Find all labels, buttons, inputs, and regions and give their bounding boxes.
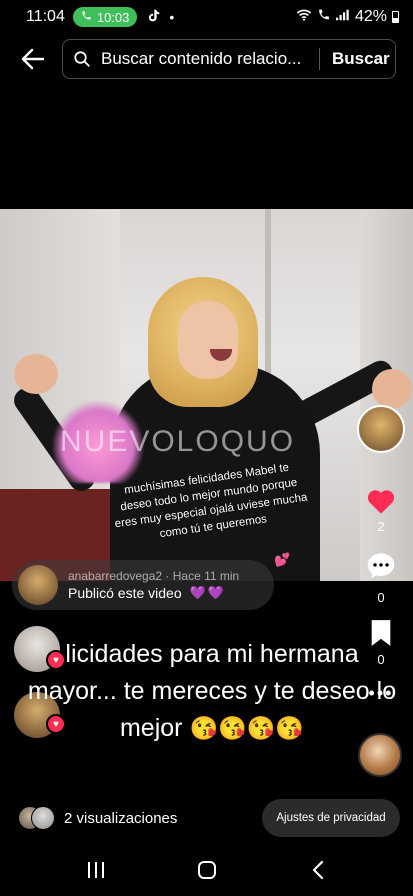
repost-label: Publicó este video	[68, 585, 182, 601]
chevron-left-icon	[312, 860, 323, 880]
status-time: 11:04	[26, 8, 65, 25]
purple-heart-emojis: 💜💜	[189, 585, 227, 600]
comment-icon	[367, 553, 395, 578]
search-button[interactable]: Buscar	[332, 49, 390, 69]
comment-button[interactable]	[363, 549, 399, 583]
search-bar[interactable]: Buscar contenido relacio... Buscar	[62, 39, 396, 79]
status-bar: 11:04 10:03 • 42%	[0, 0, 413, 34]
dot-icon: •	[169, 9, 175, 25]
battery-icon	[392, 11, 399, 23]
battery-level: 42%	[354, 8, 387, 25]
kiss-emojis: 😘😘😘😘	[189, 715, 305, 741]
video-watermark: NUEVOLOQUO	[60, 425, 296, 458]
repost-banner[interactable]: anabarredovega2 · Hace 11 min Publicó es…	[12, 560, 274, 610]
viewer-avatar	[31, 806, 55, 830]
like-count: 2	[377, 519, 385, 534]
repost-line: Publicó este video 💜💜	[68, 585, 239, 601]
like-button[interactable]	[364, 484, 398, 516]
comment-text: licidades para mi hermana mayor... te me…	[22, 636, 402, 747]
comment-count: 0	[377, 590, 385, 605]
home-icon	[197, 861, 216, 879]
recent-apps-button[interactable]	[76, 855, 116, 885]
viewer-avatars	[18, 806, 56, 830]
wifi-call-icon	[317, 8, 331, 26]
video-person-face	[178, 301, 238, 379]
views-count: 2 visualizaciones	[64, 809, 178, 827]
search-input[interactable]: Buscar contenido relacio...	[101, 49, 311, 69]
repost-avatar[interactable]	[18, 565, 58, 605]
phone-icon	[81, 10, 92, 24]
video-player[interactable]: NUEVOLOQUO muchísimas felicidades Mabel …	[0, 209, 413, 581]
heart-emoji-icon: 💕	[274, 552, 291, 567]
signal-icon	[335, 8, 350, 26]
repost-text: anabarredovega2 · Hace 11 min Publicó es…	[68, 569, 239, 601]
heart-icon	[367, 489, 395, 514]
call-duration: 10:03	[96, 9, 130, 25]
views-summary[interactable]: 2 visualizaciones	[18, 806, 177, 830]
video-person-hand-right	[372, 369, 412, 409]
tiktok-icon	[147, 8, 161, 27]
privacy-settings-button[interactable]: Ajustes de privacidad	[262, 799, 400, 837]
navigation-bar	[0, 844, 413, 896]
recent-apps-icon	[87, 862, 104, 878]
back-nav-button[interactable]	[298, 855, 338, 885]
arrow-left-icon	[21, 48, 45, 70]
creator-avatar[interactable]	[357, 405, 405, 453]
ongoing-call-pill[interactable]: 10:03	[72, 7, 138, 27]
back-button[interactable]	[18, 46, 48, 72]
status-right: 42%	[296, 8, 399, 26]
video-person-hand-left	[14, 354, 58, 394]
home-button[interactable]	[187, 855, 227, 885]
search-divider	[319, 48, 320, 70]
repost-username[interactable]: anabarredovega2 · Hace 11 min	[68, 569, 239, 583]
wifi-icon	[296, 8, 312, 26]
search-icon	[73, 49, 93, 69]
